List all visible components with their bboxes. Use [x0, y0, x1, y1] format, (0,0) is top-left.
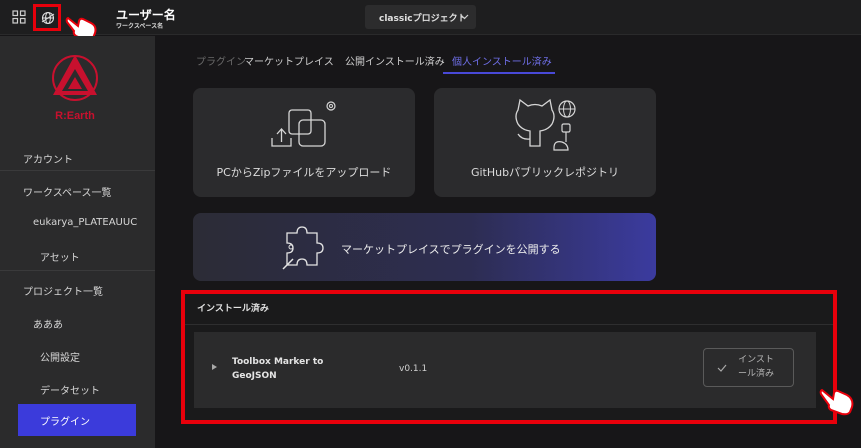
tab-plugins[interactable]: プラグイン: [196, 53, 246, 68]
installed-section: インストール済み Toolbox Marker to GeoJSON v0.1.…: [181, 290, 837, 424]
sidebar-item-public-settings[interactable]: 公開設定: [40, 349, 80, 364]
upload-icon: [271, 101, 336, 147]
puzzle-piece-icon: [282, 226, 324, 270]
sidebar-item-project-list[interactable]: プロジェクト一覧: [23, 283, 103, 298]
sidebar-item-datasets[interactable]: データセット: [40, 382, 100, 397]
sidebar-item-assets[interactable]: アセット: [40, 249, 80, 264]
plugin-version: v0.1.1: [399, 364, 428, 374]
installed-button[interactable]: インストール済み: [703, 348, 794, 387]
sidebar-item-workspace-list[interactable]: ワークスペース一覧: [23, 184, 112, 199]
tab-public-installed[interactable]: 公開インストール済み: [345, 53, 445, 68]
grid-menu-icon[interactable]: [12, 10, 26, 24]
check-icon: [717, 364, 727, 372]
plugin-row[interactable]: Toolbox Marker to GeoJSON v0.1.1 インストール済…: [194, 332, 816, 408]
workspace-name: ワークスペース名: [116, 23, 164, 30]
sidebar-item-label: プラグイン: [40, 417, 90, 428]
github-card[interactable]: GitHubパブリックレポジトリ: [434, 88, 656, 197]
publish-marketplace-card[interactable]: マーケットプレイスでプラグインを公開する: [193, 213, 656, 281]
github-icon: [515, 98, 576, 151]
sidebar-item-project[interactable]: あああ: [33, 316, 63, 331]
zip-upload-label: PCからZipファイルをアップロード: [216, 166, 392, 179]
tab-marketplace[interactable]: マーケットプレイス: [244, 53, 334, 68]
sidebar-item-plugins[interactable]: プラグイン: [18, 404, 136, 436]
sidebar: R:Earth アカウント ワークスペース一覧 eukarya_PLATEAUU…: [0, 36, 155, 448]
tab-personal-installed[interactable]: 個人インストール済み: [452, 53, 552, 68]
sidebar-divider: [0, 170, 155, 171]
sidebar-divider: [0, 270, 155, 271]
reearth-logo: R:Earth: [52, 55, 98, 122]
publish-marketplace-label: マーケットプレイスでプラグインを公開する: [341, 243, 561, 256]
github-label: GitHubパブリックレポジトリ: [470, 166, 620, 179]
section-divider: [185, 324, 833, 325]
pointing-hand-icon: [819, 388, 854, 416]
sidebar-item-account[interactable]: アカウント: [23, 151, 73, 166]
caret-right-icon[interactable]: [212, 364, 217, 370]
globe-icon: [41, 11, 55, 25]
plugin-name: Toolbox Marker to GeoJSON: [232, 357, 324, 381]
workspace-switch-button[interactable]: [33, 4, 61, 31]
zip-upload-card[interactable]: PCからZipファイルをアップロード: [193, 88, 415, 197]
sidebar-item-workspace[interactable]: eukarya_PLATEAUUC: [33, 217, 137, 228]
logo-wordmark: R:Earth: [55, 110, 95, 122]
chevron-down-icon: [460, 14, 469, 20]
project-name: classicプロジェクト: [379, 14, 467, 24]
installed-button-label: インストール済み: [737, 355, 774, 379]
top-bar: ユーザー名 ワークスペース名 classicプロジェクト: [0, 0, 861, 42]
installed-section-title: インストール済み: [197, 304, 269, 314]
active-tab-indicator: [443, 72, 555, 74]
project-selector[interactable]: classicプロジェクト: [365, 5, 476, 29]
